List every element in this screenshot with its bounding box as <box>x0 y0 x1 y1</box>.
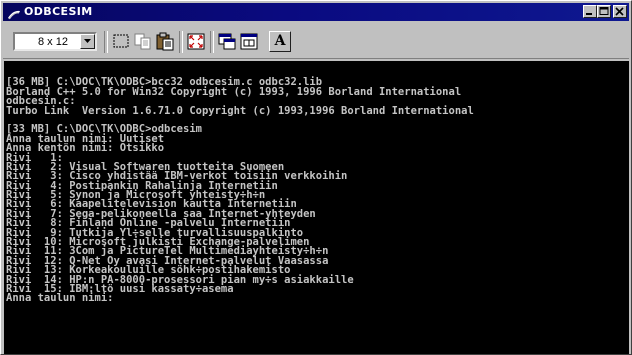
console-line: Anna kentön nimi: Otsikko <box>6 142 165 154</box>
toolbar: 8 x 12 A <box>3 22 629 59</box>
background-icon[interactable] <box>239 32 259 51</box>
console-output[interactable]: [36 MB] C:\DOC\TK\ODBC>bcc32 odbcesim.c … <box>4 61 629 354</box>
toolbar-separator <box>210 31 214 53</box>
console-window: ODBCESIM 8 x 12 A [36 MB] C:\DOC\TK\ODBC… <box>0 0 632 355</box>
minimize-icon <box>586 13 592 15</box>
toolbar-separator <box>104 31 108 53</box>
properties-icon[interactable] <box>217 32 237 51</box>
close-icon <box>615 7 624 16</box>
mark-icon[interactable] <box>111 32 131 51</box>
copy-icon[interactable] <box>133 32 153 51</box>
title-bar[interactable]: ODBCESIM <box>3 3 629 21</box>
maximize-icon <box>599 7 609 15</box>
ms-dos-icon[interactable] <box>7 6 21 20</box>
console-line: Turbo Link Version 1.6.71.0 Copyright (c… <box>6 104 474 117</box>
fullscreen-icon[interactable] <box>186 32 206 51</box>
console-lines: [36 MB] C:\DOC\TK\ODBC>bcc32 odbcesim.c … <box>6 69 474 304</box>
window-title: ODBCESIM <box>24 5 93 18</box>
paste-icon[interactable] <box>155 32 175 51</box>
close-button[interactable] <box>613 5 627 18</box>
font-size-value: 8 x 12 <box>38 36 68 48</box>
chevron-down-icon[interactable] <box>80 34 95 49</box>
console-line: Borland C++ 5.0 for Win32 Copyright (c) … <box>6 85 462 98</box>
minimize-button[interactable] <box>583 5 597 18</box>
maximize-button[interactable] <box>597 5 611 18</box>
font-size-select[interactable]: 8 x 12 <box>13 32 97 51</box>
toolbar-separator <box>179 31 183 53</box>
console-line: Anna taulun nimi: <box>6 292 114 305</box>
font-button[interactable]: A <box>269 31 291 52</box>
